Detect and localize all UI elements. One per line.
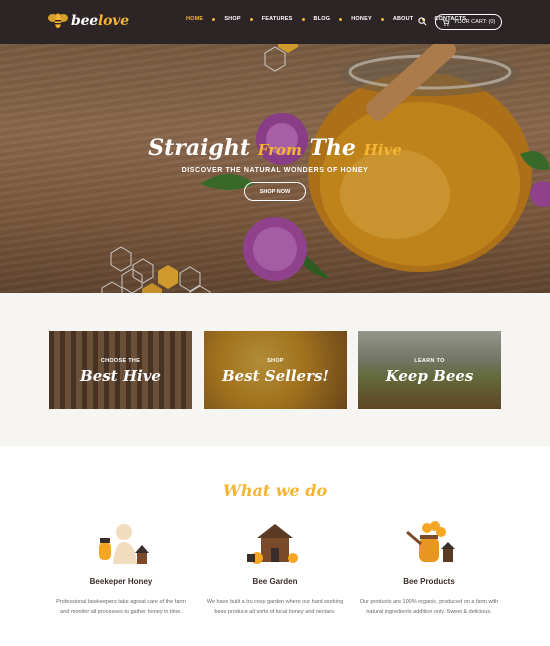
logo[interactable]: beelove [48,12,129,30]
hero-title: Straight From The Hive [148,135,402,161]
bee-house-icon [247,524,298,564]
category-card-best-sellers[interactable]: SHOP Best Sellers! [204,331,347,409]
nav-separator [212,17,216,21]
nav-separator [380,17,384,21]
hero-banner: Straight From The Hive DISCOVER THE NATU… [0,44,550,293]
nav-home[interactable]: HOME [186,16,203,22]
category-card-keep-bees[interactable]: LEARN TO Keep Bees [358,331,501,409]
cart-icon [441,18,450,26]
nav-separator [301,17,305,21]
card-kicker: SHOP [267,358,284,364]
bee-logo-icon [48,13,68,28]
nav-separator [339,17,343,21]
card-kicker: CHOOSE THE [100,358,141,364]
feature-description: Professional beekeepers take agreat care… [56,599,186,615]
nav-shop[interactable]: SHOP [224,16,240,22]
card-heading: Best Sellers! [221,367,330,385]
nav-blog[interactable]: BLOG [314,16,331,22]
nav-separator [249,17,253,21]
feature-title: Bee Garden [252,577,298,586]
category-card-best-hive[interactable]: CHOOSE THE Best Hive [49,331,192,409]
feature-description: Our products are 100% organic, produced … [359,599,499,615]
card-heading: Keep Bees [385,367,474,385]
honey-products-icon [406,521,455,562]
nav-features[interactable]: FEATURES [262,16,293,22]
beekeeper-icon [99,524,149,564]
nav-about[interactable]: ABOUT [393,16,414,22]
what-we-do-title: What we do [222,481,328,500]
shop-now-button[interactable]: SHOP NOW [244,182,306,201]
categories-section: CHOOSE THE Best Hive SHOP Best Sellers! … [0,293,550,446]
search-icon[interactable] [418,17,427,26]
feature-title: Beekeper Honey [89,577,153,586]
feature-title: Bee Products [403,577,455,586]
nav-honey[interactable]: HONEY [351,16,372,22]
card-heading: Best Hive [80,367,161,385]
brand-name: beelove [71,13,129,29]
hero-subtitle: DISCOVER THE NATURAL WONDERS OF HONEY [181,167,369,174]
feature-description: We have built a tru cosy garden where ou… [206,599,344,615]
site-header: beelove HOME SHOP FEATURES BLOG HONEY AB… [0,0,550,44]
card-kicker: LEARN TO [414,358,445,364]
cart-label: YOUR CART: (0) [453,19,496,25]
cart-button[interactable]: YOUR CART: (0) [435,14,502,30]
